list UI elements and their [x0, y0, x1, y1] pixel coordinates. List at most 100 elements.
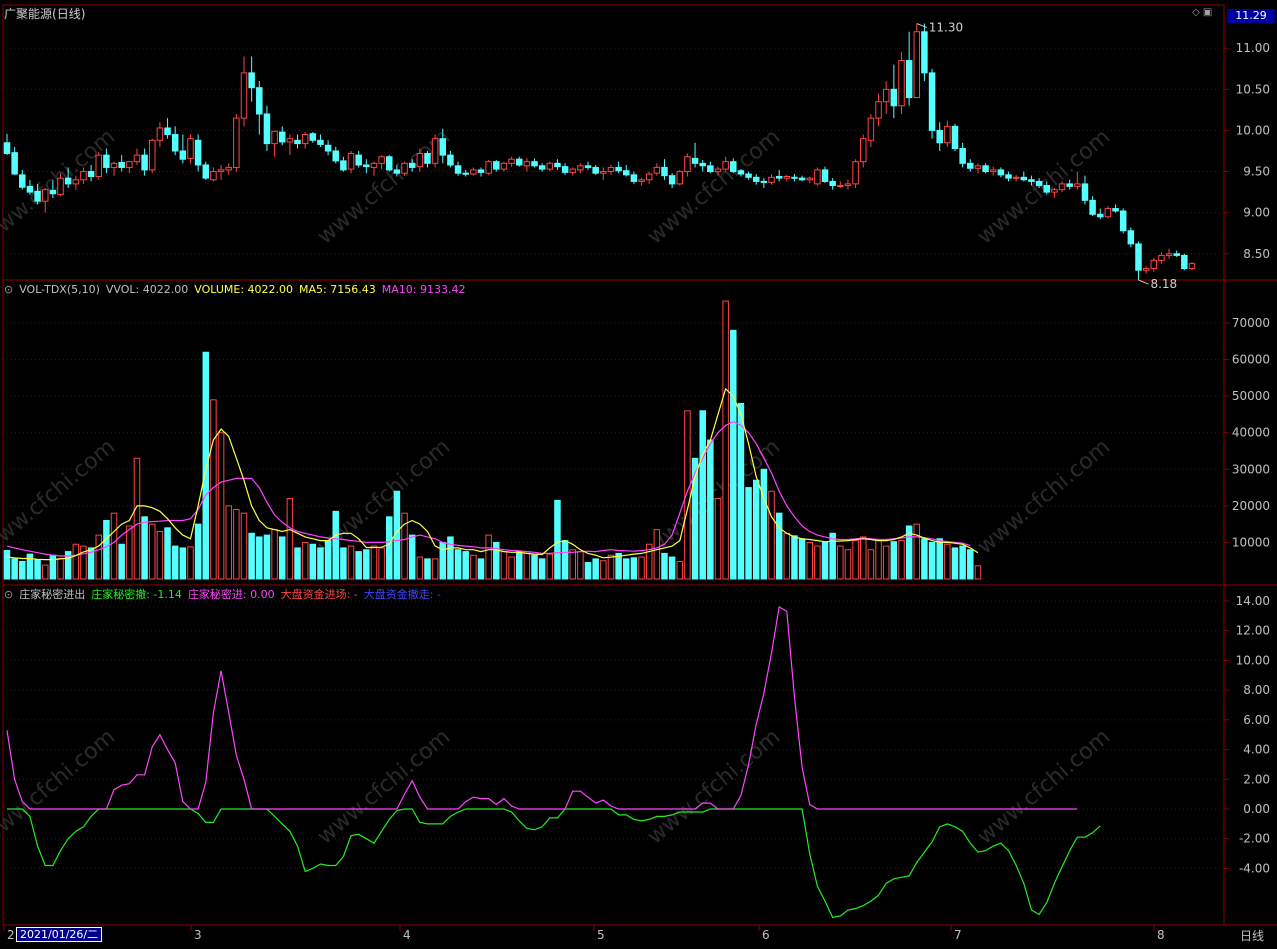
- volume-bar: [768, 490, 775, 580]
- candlestick: [1142, 266, 1150, 274]
- candlestick: [171, 126, 179, 156]
- volume-bar: [225, 505, 232, 580]
- panel-toggle-icon[interactable]: ⊙: [4, 283, 13, 296]
- last-price-tag: 11.29: [1227, 9, 1275, 23]
- candlestick: [569, 167, 576, 176]
- selected-date: 2021/01/26/二: [16, 927, 103, 942]
- chart-canvas[interactable]: 11.00 10.50 10.00 9.50 9.00 8.50 70000 60000 500…: [0, 0, 1277, 946]
- volume-bar: [11, 558, 18, 580]
- candlestick: [936, 122, 943, 151]
- volume-bar: [118, 543, 125, 580]
- candle-body: [615, 166, 622, 172]
- high-marker-arrow: [916, 23, 927, 29]
- volume-bar: [760, 468, 768, 580]
- candlestick: [1005, 171, 1012, 182]
- candlestick: [959, 142, 966, 168]
- candle-body: [1135, 243, 1142, 271]
- period-button[interactable]: 日线: [1240, 927, 1264, 944]
- volume-value: VOLUME: 4022.00: [194, 283, 294, 296]
- candle-body: [600, 171, 607, 174]
- candle-body: [905, 60, 913, 99]
- volume-bar: [263, 534, 271, 580]
- candle-body: [515, 158, 523, 166]
- price-tick-label: 8.50: [1243, 247, 1270, 261]
- candle-body: [133, 154, 141, 163]
- candle-body: [493, 161, 500, 170]
- volume-bar: [584, 562, 592, 580]
- volume-bar: [852, 540, 859, 580]
- candlestick: [149, 138, 156, 174]
- candlestick: [806, 176, 813, 184]
- diamond-icon[interactable]: ◇: [1192, 7, 1200, 18]
- candlestick-series: [3, 23, 1196, 281]
- candle-body: [309, 133, 317, 141]
- volume-bar: [317, 547, 324, 580]
- candlestick: [1165, 248, 1173, 259]
- volume-bar: [615, 552, 622, 580]
- panel-controls[interactable]: ◇ ▣: [1192, 7, 1212, 18]
- candlestick: [852, 159, 859, 188]
- volume-bar: [439, 541, 447, 580]
- candlestick: [982, 163, 989, 174]
- candlestick: [340, 156, 347, 172]
- candle-body: [752, 176, 760, 182]
- indicator-tick-label: 10.00: [1236, 653, 1270, 667]
- volume-bar: [340, 547, 347, 580]
- volume-bar: [500, 551, 508, 580]
- volume-bar: [156, 530, 164, 580]
- candle-body: [623, 170, 630, 176]
- candle-body: [431, 138, 439, 164]
- volume-bar: [974, 565, 982, 580]
- vol-indicator-name[interactable]: VOL-TDX(5,10): [19, 283, 100, 296]
- month-label: 4: [403, 928, 411, 942]
- candlestick: [1150, 257, 1158, 272]
- indicator-tick-label: 4.00: [1243, 743, 1270, 757]
- candlestick: [523, 158, 531, 172]
- candlestick: [378, 155, 385, 170]
- candle-body: [791, 176, 798, 179]
- candle-body: [477, 169, 485, 173]
- candle-body: [424, 152, 431, 164]
- volume-bar: [34, 559, 41, 580]
- volume-bar: [301, 541, 309, 580]
- volume-bar: [179, 547, 187, 580]
- candlestick: [347, 151, 355, 174]
- volume-bar: [194, 523, 202, 580]
- volume-bar: [661, 552, 668, 580]
- candle-body: [653, 166, 661, 174]
- candle-body: [944, 125, 951, 144]
- indicator-name[interactable]: 庄家秘密进出: [19, 588, 85, 601]
- candle-body: [11, 152, 18, 175]
- candlestick: [271, 130, 278, 157]
- candle-body: [72, 179, 80, 185]
- volume-tick-label: 40000: [1232, 426, 1270, 440]
- volume-bar: [57, 558, 64, 580]
- volume-bar: [141, 516, 148, 580]
- candlestick: [546, 161, 554, 172]
- candle-body: [164, 127, 171, 136]
- volume-bar: [913, 523, 921, 580]
- candle-body: [714, 168, 722, 173]
- candle-body: [707, 165, 714, 173]
- volume-bar: [699, 410, 706, 580]
- volume-bar: [3, 549, 11, 580]
- candlestick: [301, 132, 309, 149]
- volume-bar: [363, 549, 370, 580]
- candlestick: [233, 114, 240, 172]
- volume-bar: [607, 554, 615, 580]
- candlestick: [187, 134, 194, 164]
- candle-body: [554, 162, 561, 168]
- volume-bar: [454, 549, 462, 580]
- candlestick: [225, 163, 232, 175]
- window-icon[interactable]: ▣: [1203, 7, 1212, 18]
- candlestick: [638, 178, 645, 186]
- stock-chart-window[interactable]: 11.00 10.50 10.00 9.50 9.00 8.50 70000 60000 500…: [0, 0, 1277, 946]
- month-label: 7: [954, 928, 962, 942]
- panel-toggle-icon[interactable]: ⊙: [4, 588, 13, 601]
- candle-body: [210, 171, 217, 181]
- volume-bar: [730, 329, 737, 580]
- candle-body: [149, 139, 156, 171]
- candle-body: [386, 156, 393, 171]
- indicator-tick-label: 14.00: [1236, 594, 1270, 608]
- candle-body: [860, 138, 867, 163]
